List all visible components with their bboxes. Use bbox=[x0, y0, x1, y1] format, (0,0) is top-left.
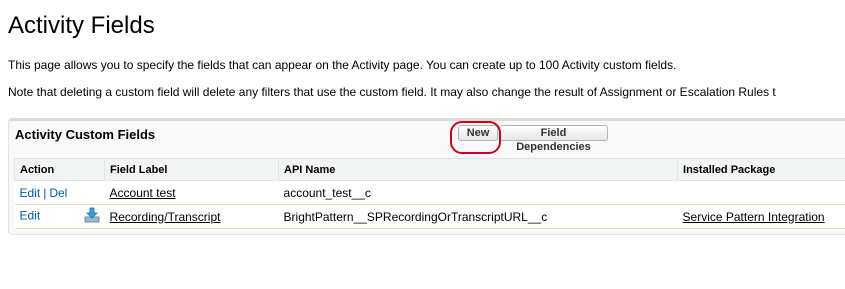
new-button[interactable]: New bbox=[458, 125, 498, 141]
installed-package-cell: Service Pattern Integration bbox=[677, 204, 845, 229]
header-action: Action bbox=[13, 158, 106, 181]
installed-package-link[interactable]: Service Pattern Integration bbox=[683, 210, 825, 224]
edit-link[interactable]: Edit bbox=[20, 209, 41, 223]
header-field-label: Field Label bbox=[104, 158, 280, 181]
field-label-cell: Recording/Transcript bbox=[104, 204, 279, 229]
api-name-cell: account_test__c bbox=[278, 180, 678, 205]
field-label-link[interactable]: Account test bbox=[110, 186, 176, 200]
installed-package-cell bbox=[677, 180, 845, 205]
activity-custom-fields-panel: Activity Custom Fields New Field Depende… bbox=[8, 118, 845, 235]
header-api-name: API Name bbox=[278, 158, 679, 181]
intro-text: This page allows you to specify the fiel… bbox=[8, 58, 677, 72]
field-label-cell: Account test bbox=[104, 180, 279, 205]
action-separator: | bbox=[43, 185, 47, 200]
table-header-row: Action Field Label API Name Installed Pa… bbox=[13, 158, 845, 181]
delete-link[interactable]: Del bbox=[49, 186, 67, 200]
custom-fields-table: Action Field Label API Name Installed Pa… bbox=[13, 158, 845, 229]
table-row: Edit Recording/Transcript BrightPattern_… bbox=[14, 204, 845, 229]
action-cell: Edit bbox=[14, 204, 105, 229]
note-text: Note that deleting a custom field will d… bbox=[8, 85, 776, 99]
download-icon bbox=[84, 207, 100, 226]
field-label-link[interactable]: Recording/Transcript bbox=[110, 210, 221, 224]
header-installed-package: Installed Package bbox=[677, 158, 845, 181]
api-name-cell: BrightPattern__SPRecordingOrTranscriptUR… bbox=[278, 204, 678, 229]
field-dependencies-button[interactable]: Field Dependencies bbox=[499, 125, 608, 153]
table-row: Edit | Del Account test account_test__c bbox=[14, 180, 845, 205]
panel-title: Activity Custom Fields bbox=[15, 127, 156, 142]
action-cell: Edit | Del bbox=[14, 180, 105, 205]
edit-link[interactable]: Edit bbox=[20, 186, 41, 200]
page-title: Activity Fields bbox=[8, 12, 155, 39]
